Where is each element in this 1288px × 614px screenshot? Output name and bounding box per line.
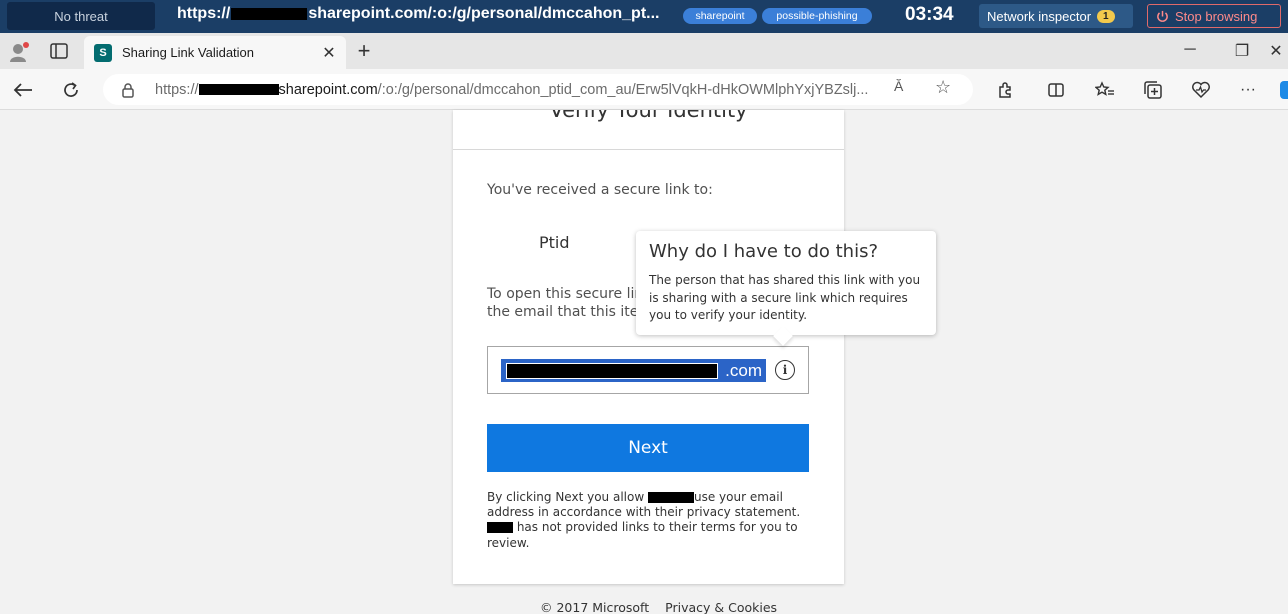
network-count-badge: 1 xyxy=(1097,9,1115,23)
copilot-icon[interactable] xyxy=(1280,81,1288,99)
browser-essentials-icon[interactable] xyxy=(1190,79,1212,101)
favorites-icon[interactable] xyxy=(1094,79,1116,101)
url-scheme: https:// xyxy=(155,81,199,98)
collections-icon[interactable] xyxy=(1142,79,1164,101)
why-tooltip: Why do I have to do this? The person tha… xyxy=(636,231,936,335)
stop-browsing-button[interactable]: Stop browsing xyxy=(1147,4,1281,28)
tag-sharepoint: sharepoint xyxy=(683,8,757,24)
tab-title: Sharing Link Validation xyxy=(122,45,255,60)
inspector-bar: No threat https:// sharepoint.com/:o:/g/p… xyxy=(0,0,1288,33)
threat-status: No threat xyxy=(7,2,155,30)
sharepoint-favicon-icon: S xyxy=(94,43,112,62)
redaction xyxy=(231,7,308,20)
favorite-star-icon[interactable]: ☆ xyxy=(935,77,951,98)
url-field[interactable]: https:// sharepoint.com/:o:/g/personal/dm… xyxy=(103,74,973,105)
divider xyxy=(453,149,844,150)
tab-strip: S Sharing Link Validation ✕ + ─ ❐ ✕ xyxy=(0,33,1288,69)
tab-actions-icon[interactable] xyxy=(50,43,68,59)
inspected-url-prefix: https:// xyxy=(177,5,231,22)
page-footer: © 2017 Microsoft Privacy & Cookies xyxy=(540,600,777,614)
email-suffix: .com xyxy=(725,360,762,380)
inspected-url: https:// sharepoint.com/:o:/g/personal/dm… xyxy=(177,5,659,23)
back-icon[interactable] xyxy=(11,78,35,102)
tab-sharing-link-validation[interactable]: S Sharing Link Validation ✕ xyxy=(84,36,346,69)
network-inspector-label: Network inspector xyxy=(987,8,1092,24)
page-title: Verify Your Identity xyxy=(549,110,748,122)
more-options-icon[interactable]: ··· xyxy=(1237,79,1259,101)
tag-possible-phishing: possible-phishing xyxy=(762,8,872,24)
network-inspector-button[interactable]: Network inspector 1 xyxy=(979,4,1133,28)
redaction xyxy=(487,522,513,534)
legal-notice: By clicking Next you allow use your emai… xyxy=(487,490,807,551)
extensions-icon[interactable] xyxy=(994,79,1016,101)
legal-text-1: By clicking Next you allow xyxy=(487,490,645,504)
open-instructions-line1: To open this secure lin xyxy=(487,286,644,302)
shared-item-name: Ptid xyxy=(539,233,570,252)
power-icon xyxy=(1157,10,1168,22)
next-button[interactable]: Next xyxy=(487,424,809,472)
close-window-icon[interactable]: ✕ xyxy=(1266,41,1286,61)
received-link-text: You've received a secure link to: xyxy=(487,182,713,198)
read-aloud-icon[interactable]: Ă xyxy=(894,78,903,94)
url-host: sharepoint.com xyxy=(278,81,378,98)
tooltip-title: Why do I have to do this? xyxy=(649,241,879,262)
close-icon[interactable]: ✕ xyxy=(318,42,340,64)
info-icon[interactable]: i xyxy=(775,360,795,380)
redaction xyxy=(647,492,694,503)
card-header: Verify Your Identity xyxy=(453,110,844,148)
address-bar-row: https:// sharepoint.com/:o:/g/personal/dm… xyxy=(0,69,1288,110)
refresh-icon[interactable] xyxy=(59,78,83,102)
stop-browsing-label: Stop browsing xyxy=(1175,8,1258,24)
profile-icon[interactable] xyxy=(8,41,30,63)
session-timer: 03:34 xyxy=(905,4,954,25)
redaction xyxy=(198,84,279,96)
minimize-icon[interactable]: ─ xyxy=(1180,41,1200,59)
verify-identity-card: Verify Your Identity You've received a s… xyxy=(453,110,844,584)
url-text: https:// sharepoint.com/:o:/g/personal/dm… xyxy=(155,82,885,98)
open-instructions-line2: the email that this item xyxy=(487,304,652,320)
copyright-text: © 2017 Microsoft xyxy=(540,600,650,614)
email-input[interactable]: .com i xyxy=(487,346,809,394)
legal-text-3: has not provided links to their terms fo… xyxy=(487,520,798,550)
lock-icon[interactable] xyxy=(121,82,135,98)
tooltip-body: The person that has shared this link wit… xyxy=(649,273,921,322)
restore-icon[interactable]: ❐ xyxy=(1232,41,1252,61)
new-tab-icon[interactable]: + xyxy=(352,38,376,63)
privacy-cookies-link[interactable]: Privacy & Cookies xyxy=(665,600,777,614)
inspected-url-suffix: sharepoint.com/:o:/g/personal/dmccahon_p… xyxy=(308,5,660,22)
url-path: /:o:/g/personal/dmccahon_ptid_com_au/Erw… xyxy=(377,81,869,98)
split-screen-icon[interactable] xyxy=(1045,79,1067,101)
redaction xyxy=(506,363,718,379)
